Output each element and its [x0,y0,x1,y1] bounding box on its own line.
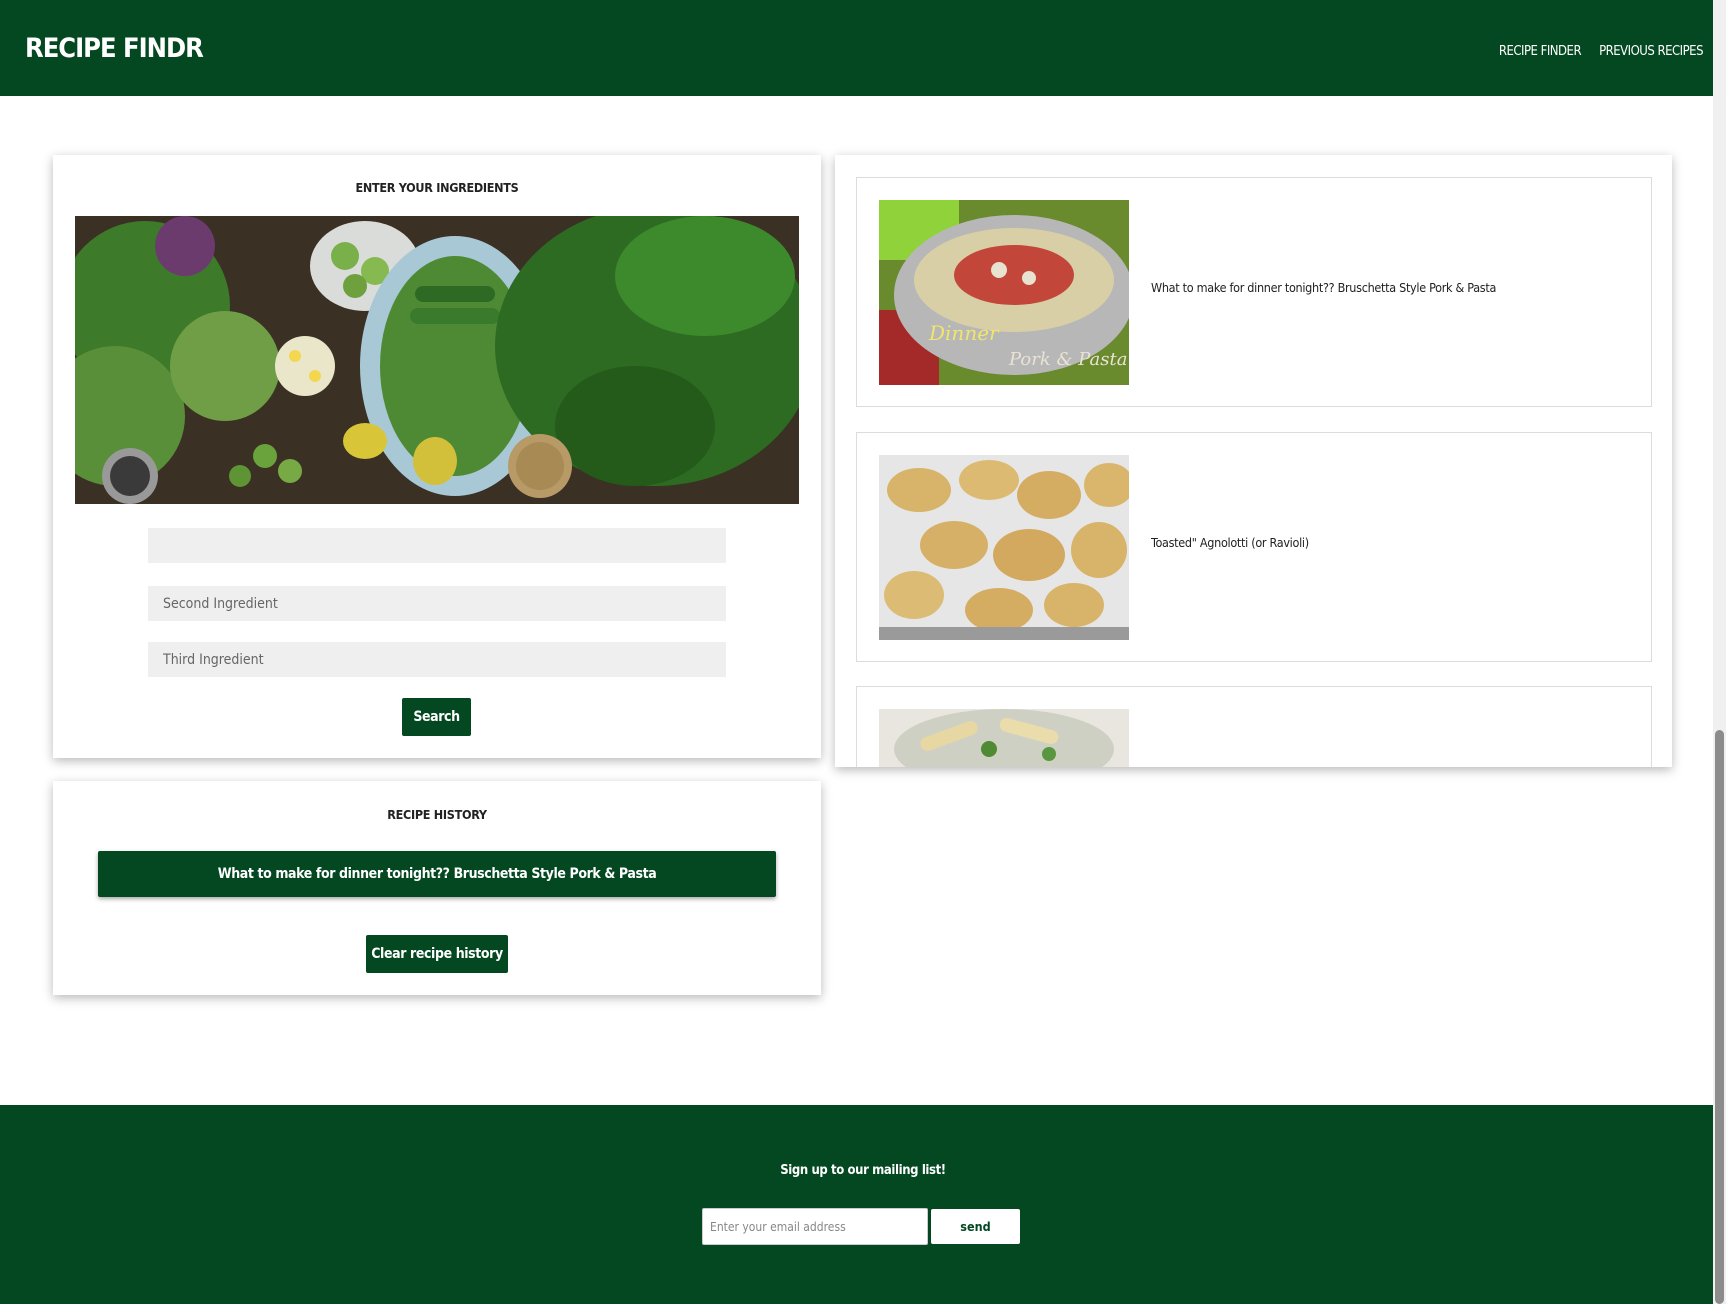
third-ingredient-input[interactable] [148,642,726,677]
nav-link-recipe-finder[interactable]: RECIPE FINDER [1499,44,1582,59]
clear-history-button[interactable]: Clear recipe history [366,935,508,973]
recipe-thumbnail-toasted-ravioli [879,455,1129,640]
nav-links: RECIPE FINDER PREVIOUS RECIPES [1499,38,1704,59]
nav-link-previous-recipes[interactable]: PREVIOUS RECIPES [1599,44,1703,59]
search-button[interactable]: Search [402,698,471,736]
ingredient-form-heading: ENTER YOUR INGREDIENTS [355,180,519,195]
svg-text:Dinner: Dinner [928,321,1000,345]
email-input[interactable] [702,1208,928,1245]
recipe-result-item[interactable]: Toasted" Agnolotti (or Ravioli) [856,432,1652,662]
page-scrollbar[interactable] [1713,0,1726,1304]
recipe-thumbnail-pork-pasta: Dinner Pork & Pasta [879,200,1129,385]
recipe-thumbnail-penne-pasta [879,709,1129,767]
second-ingredient-input[interactable] [148,586,726,621]
vegetables-hero-image [75,216,799,504]
recipe-result-item[interactable]: Dinner Pork & Pasta What to make for din… [856,177,1652,407]
recipe-results-card[interactable]: Dinner Pork & Pasta What to make for din… [835,155,1672,767]
footer: Sign up to our mailing list! send [0,1105,1713,1304]
ingredient-form-card: ENTER YOUR INGREDIENTS Second Ingredient… [53,155,821,758]
history-item-button[interactable]: What to make for dinner tonight?? Brusch… [98,851,776,897]
recipe-history-card: RECIPE HISTORY What to make for dinner t… [53,781,821,995]
brand-logo[interactable]: RECIPE FINDR [25,33,204,64]
send-button[interactable]: send [931,1209,1020,1244]
mailing-list-text: Sign up to our mailing list! [780,1163,946,1178]
navbar: RECIPE FINDR RECIPE FINDER PREVIOUS RECI… [0,0,1713,96]
scrollbar-thumb[interactable] [1715,730,1724,1304]
recipe-result-title[interactable]: Toasted" Agnolotti (or Ravioli) [1151,535,1309,550]
recipe-history-heading: RECIPE HISTORY [387,807,487,822]
svg-text:Pork & Pasta: Pork & Pasta [1008,349,1127,370]
recipe-result-item[interactable] [856,686,1652,767]
first-ingredient-input[interactable] [148,528,726,563]
recipe-result-title[interactable]: What to make for dinner tonight?? Brusch… [1151,280,1496,295]
